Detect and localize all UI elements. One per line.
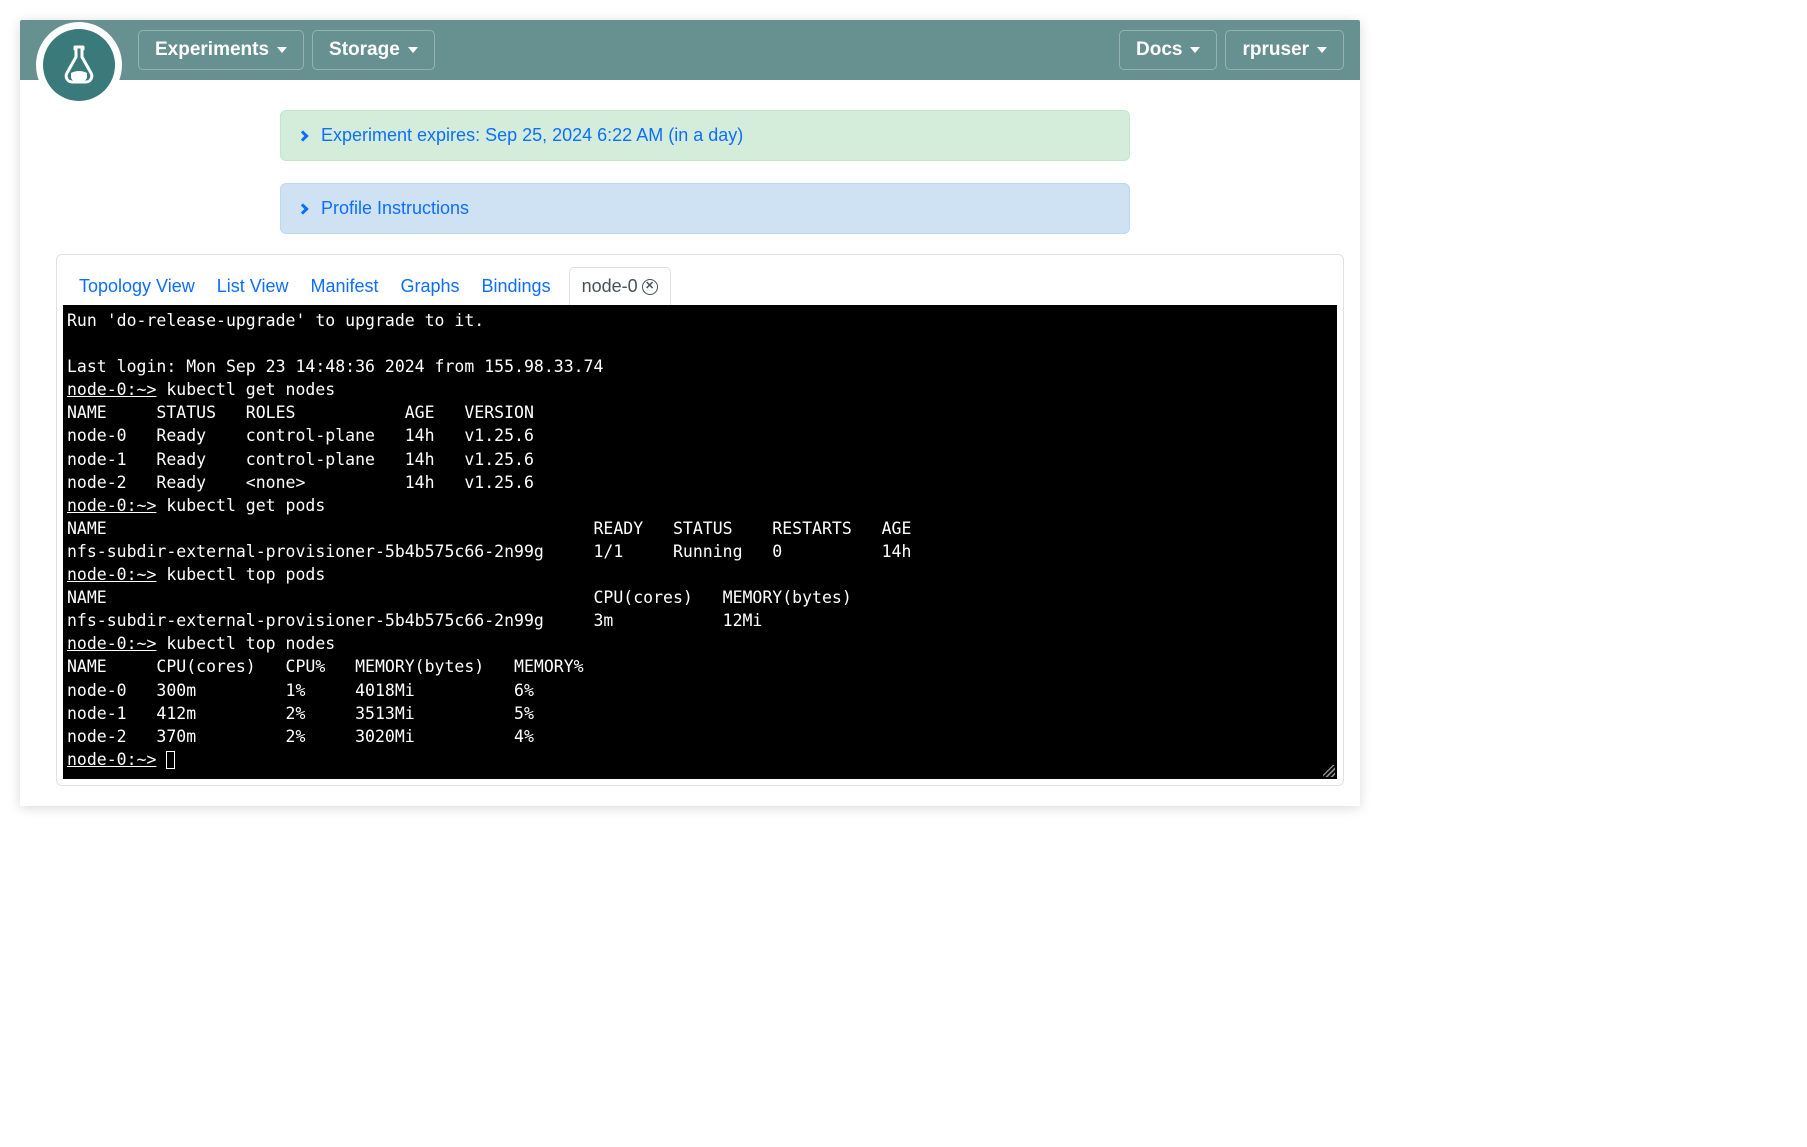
- chevron-down-icon: [1317, 47, 1327, 53]
- docs-menu[interactable]: Docs: [1119, 30, 1217, 70]
- prompt: node-0:~>: [67, 565, 156, 584]
- term-line: NAME READY STATUS RESTARTS AGE: [67, 519, 911, 538]
- term-line: nfs-subdir-external-provisioner-5b4b575c…: [67, 542, 911, 561]
- term-line: nfs-subdir-external-provisioner-5b4b575c…: [67, 611, 762, 630]
- docs-label: Docs: [1136, 39, 1182, 61]
- tab-bar: Topology View List View Manifest Graphs …: [57, 255, 1343, 305]
- profile-text: Profile Instructions: [321, 198, 469, 219]
- chevron-down-icon: [277, 47, 287, 53]
- logo[interactable]: [36, 22, 122, 108]
- tab-graphs[interactable]: Graphs: [396, 268, 463, 305]
- tab-manifest[interactable]: Manifest: [306, 268, 382, 305]
- prompt: node-0:~>: [67, 634, 156, 653]
- term-line: NAME CPU(cores) MEMORY(bytes): [67, 588, 852, 607]
- cursor: [166, 751, 175, 769]
- term-line: node-0 Ready control-plane 14h v1.25.6: [67, 426, 534, 445]
- expires-alert[interactable]: Experiment expires: Sep 25, 2024 6:22 AM…: [280, 110, 1130, 161]
- term-line: node-2 370m 2% 3020Mi 4%: [67, 727, 534, 746]
- tab-node-0-label: node-0: [582, 276, 638, 297]
- app-frame: Experiments Storage Docs rpruser Experim…: [20, 20, 1360, 806]
- term-cmd: kubectl top pods: [156, 565, 325, 584]
- chevron-down-icon: [1190, 47, 1200, 53]
- term-line: node-0 300m 1% 4018Mi 6%: [67, 681, 534, 700]
- term-line: node-2 Ready <none> 14h v1.25.6: [67, 473, 534, 492]
- user-label: rpruser: [1242, 39, 1309, 61]
- resize-handle[interactable]: [1323, 765, 1335, 777]
- terminal[interactable]: Run 'do-release-upgrade' to upgrade to i…: [63, 305, 1337, 779]
- term-line: NAME CPU(cores) CPU% MEMORY(bytes) MEMOR…: [67, 657, 584, 676]
- alerts-area: Experiment expires: Sep 25, 2024 6:22 AM…: [280, 110, 1130, 234]
- main-card: Topology View List View Manifest Graphs …: [56, 254, 1344, 786]
- profile-instructions-alert[interactable]: Profile Instructions: [280, 183, 1130, 234]
- close-icon[interactable]: ✕: [642, 279, 658, 295]
- expires-text: Experiment expires: Sep 25, 2024 6:22 AM…: [321, 125, 743, 146]
- term-line: Last login: Mon Sep 23 14:48:36 2024 fro…: [67, 357, 603, 376]
- tab-list[interactable]: List View: [213, 268, 293, 305]
- storage-label: Storage: [329, 39, 400, 61]
- prompt: node-0:~>: [67, 750, 156, 769]
- flask-icon: [55, 41, 103, 89]
- prompt: node-0:~>: [67, 496, 156, 515]
- term-line: NAME STATUS ROLES AGE VERSION: [67, 403, 534, 422]
- term-line: Run 'do-release-upgrade' to upgrade to i…: [67, 311, 484, 330]
- term-cmd: kubectl top nodes: [156, 634, 335, 653]
- storage-menu[interactable]: Storage: [312, 30, 435, 70]
- experiments-label: Experiments: [155, 39, 269, 61]
- prompt: node-0:~>: [67, 380, 156, 399]
- chevron-down-icon: [408, 47, 418, 53]
- user-menu[interactable]: rpruser: [1225, 30, 1344, 70]
- term-cmd: kubectl get nodes: [156, 380, 335, 399]
- chevron-right-icon: [297, 203, 308, 214]
- term-cmd: kubectl get pods: [156, 496, 325, 515]
- tab-node-0[interactable]: node-0 ✕: [569, 267, 671, 306]
- experiments-menu[interactable]: Experiments: [138, 30, 304, 70]
- term-line: node-1 412m 2% 3513Mi 5%: [67, 704, 534, 723]
- tab-topology[interactable]: Topology View: [75, 268, 199, 305]
- tab-bindings[interactable]: Bindings: [478, 268, 555, 305]
- term-line: node-1 Ready control-plane 14h v1.25.6: [67, 450, 534, 469]
- navbar: Experiments Storage Docs rpruser: [20, 20, 1360, 80]
- chevron-right-icon: [297, 130, 308, 141]
